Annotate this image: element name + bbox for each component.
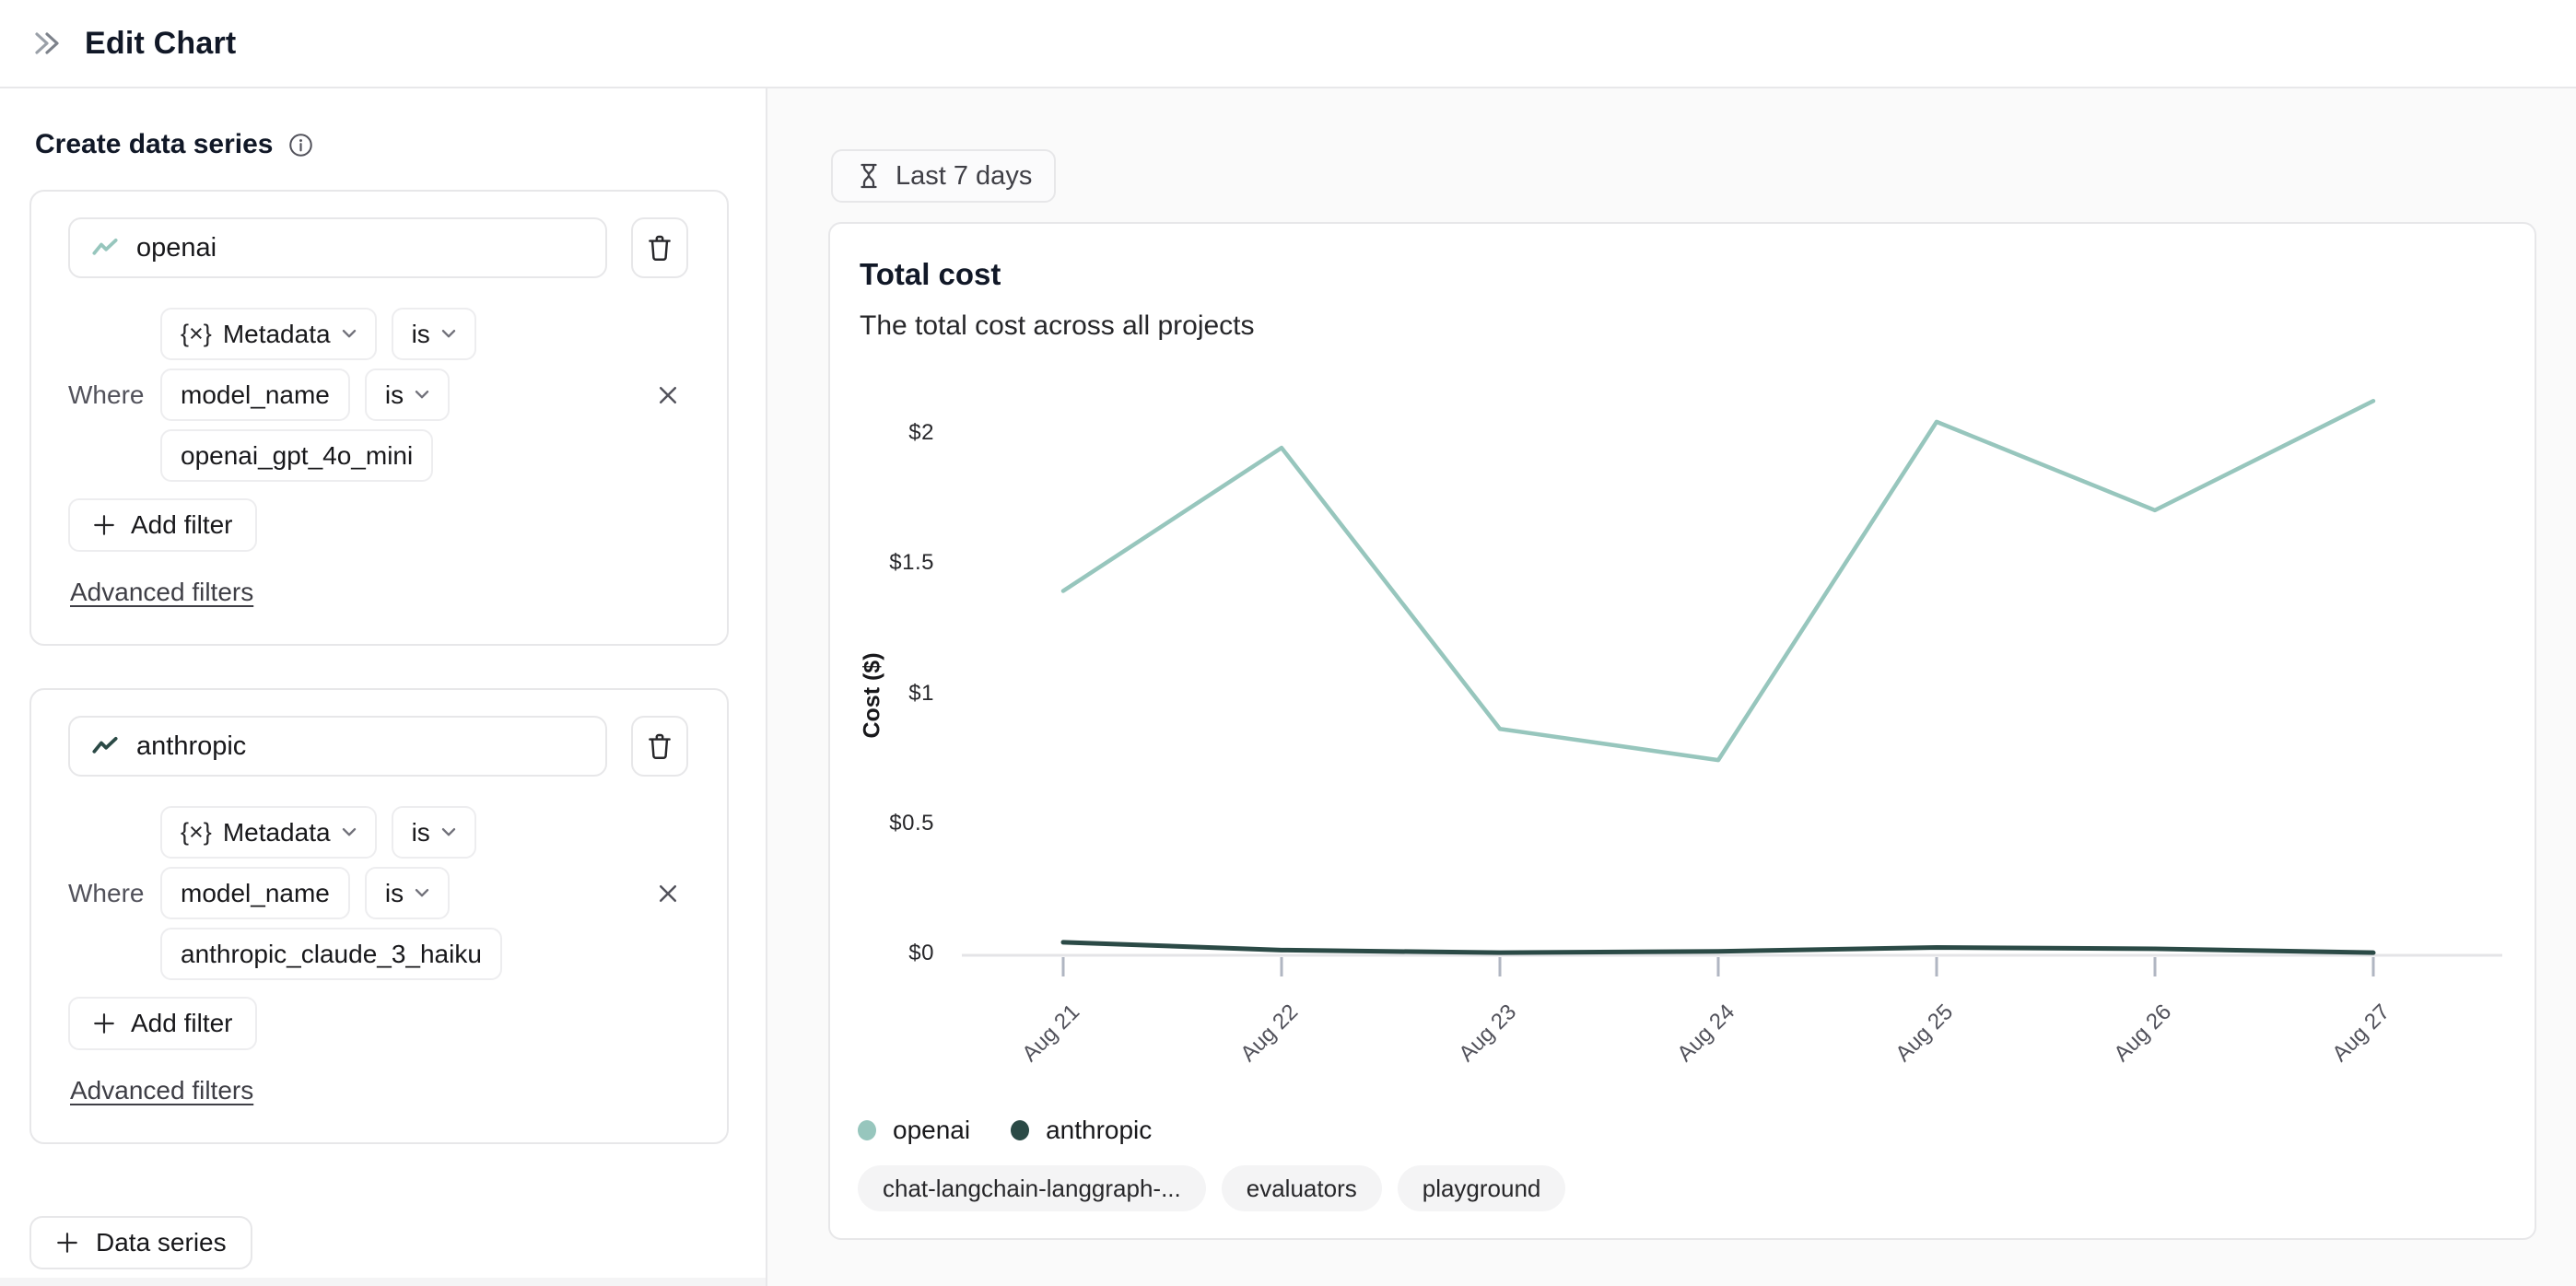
project-tags-row: chat-langchain-langgraph-... evaluators pl… <box>858 1165 1566 1211</box>
panel-heading: Create data series <box>35 129 274 159</box>
y-axis-title: Cost ($) <box>859 652 885 739</box>
y-tick-label: $0.5 <box>889 810 934 836</box>
page-title: Edit Chart <box>85 25 237 61</box>
legend-label: openai <box>893 1116 971 1144</box>
add-filter-button[interactable]: Add filter <box>68 498 257 552</box>
plus-icon <box>94 515 114 535</box>
advanced-filters-link[interactable]: Advanced filters <box>70 578 253 607</box>
chevron-down-icon <box>441 329 455 338</box>
close-icon <box>659 386 677 403</box>
chart-legend: openai anthropic <box>858 1116 1152 1145</box>
data-series-card: openai Where {×} Metadata is model_name … <box>29 190 729 646</box>
delete-series-button[interactable] <box>631 716 688 777</box>
remove-filter-button[interactable] <box>648 873 688 914</box>
close-icon <box>659 884 677 902</box>
where-label: Where <box>68 380 145 409</box>
line-chart <box>962 399 2502 976</box>
chevron-down-icon <box>415 390 429 399</box>
filter-field-dropdown[interactable]: {×} Metadata <box>160 806 377 859</box>
series-name-value: openai <box>136 232 217 263</box>
series-name-input[interactable]: openai <box>68 217 607 278</box>
filter-key-operator-dropdown[interactable]: is <box>364 368 451 421</box>
info-icon[interactable] <box>288 133 313 158</box>
series-name-value: anthropic <box>136 731 247 761</box>
project-tag[interactable]: evaluators <box>1221 1165 1382 1211</box>
plus-icon <box>57 1233 77 1253</box>
filter-operator-dropdown[interactable]: is <box>391 806 476 859</box>
panel-bottom-strip <box>0 1278 766 1286</box>
filter-key-input[interactable]: model_name <box>160 867 350 919</box>
remove-filter-button[interactable] <box>648 375 688 415</box>
chevron-down-icon <box>441 827 455 836</box>
data-series-card: anthropic Where {×} Metadata is model_na… <box>29 688 729 1144</box>
project-tag[interactable]: chat-langchain-langgraph-... <box>858 1165 1206 1211</box>
legend-item-anthropic[interactable]: anthropic <box>1011 1116 1152 1145</box>
chart-card: Total cost The total cost across all pro… <box>828 222 2536 1240</box>
series-name-input[interactable]: anthropic <box>68 716 607 777</box>
double-chevron-right-icon <box>35 32 59 54</box>
create-data-series-panel: Create data series openai Where {×} Meta… <box>0 88 767 1286</box>
y-tick-label: $0 <box>908 941 934 965</box>
line-chart-icon <box>92 736 118 754</box>
series-line-openai <box>1060 399 2376 763</box>
edit-chart-page: Edit Chart Create data series openai Whe… <box>0 0 2576 1286</box>
collapse-panel-button[interactable] <box>31 28 63 59</box>
legend-label: anthropic <box>1046 1116 1153 1144</box>
page-header: Edit Chart <box>0 0 2576 88</box>
y-tick-label: $1.5 <box>889 550 934 576</box>
project-tag[interactable]: playground <box>1397 1165 1566 1211</box>
trash-icon <box>649 235 671 261</box>
y-tick-label: $2 <box>908 420 934 445</box>
advanced-filters-link[interactable]: Advanced filters <box>70 1076 253 1105</box>
legend-item-openai[interactable]: openai <box>858 1116 970 1145</box>
series-line-anthropic <box>1060 940 2376 955</box>
filter-operator-dropdown[interactable]: is <box>391 308 476 360</box>
chevron-down-icon <box>342 329 356 338</box>
plus-icon <box>94 1013 114 1034</box>
line-chart-icon <box>92 238 118 255</box>
add-filter-button[interactable]: Add filter <box>68 997 257 1050</box>
chevron-down-icon <box>415 888 429 897</box>
filter-key-input[interactable]: model_name <box>160 368 350 421</box>
legend-dot <box>858 1120 876 1140</box>
time-range-button[interactable]: Last 7 days <box>831 149 1057 203</box>
hourglass-icon <box>861 163 877 189</box>
metadata-braces-icon: {×} <box>181 818 212 846</box>
legend-dot <box>1011 1120 1030 1140</box>
trash-icon <box>649 733 671 759</box>
filter-value-input[interactable]: anthropic_claude_3_haiku <box>160 928 502 980</box>
delete-series-button[interactable] <box>631 217 688 278</box>
filter-key-operator-dropdown[interactable]: is <box>364 867 451 919</box>
filter-value-input[interactable]: openai_gpt_4o_mini <box>160 429 434 482</box>
filter-field-dropdown[interactable]: {×} Metadata <box>160 308 377 360</box>
chevron-down-icon <box>342 827 356 836</box>
chart-preview-area: Last 7 days Total cost The total cost ac… <box>767 88 2576 1286</box>
add-data-series-button[interactable]: Data series <box>29 1216 252 1269</box>
where-label: Where <box>68 878 145 907</box>
metadata-braces-icon: {×} <box>181 320 212 347</box>
